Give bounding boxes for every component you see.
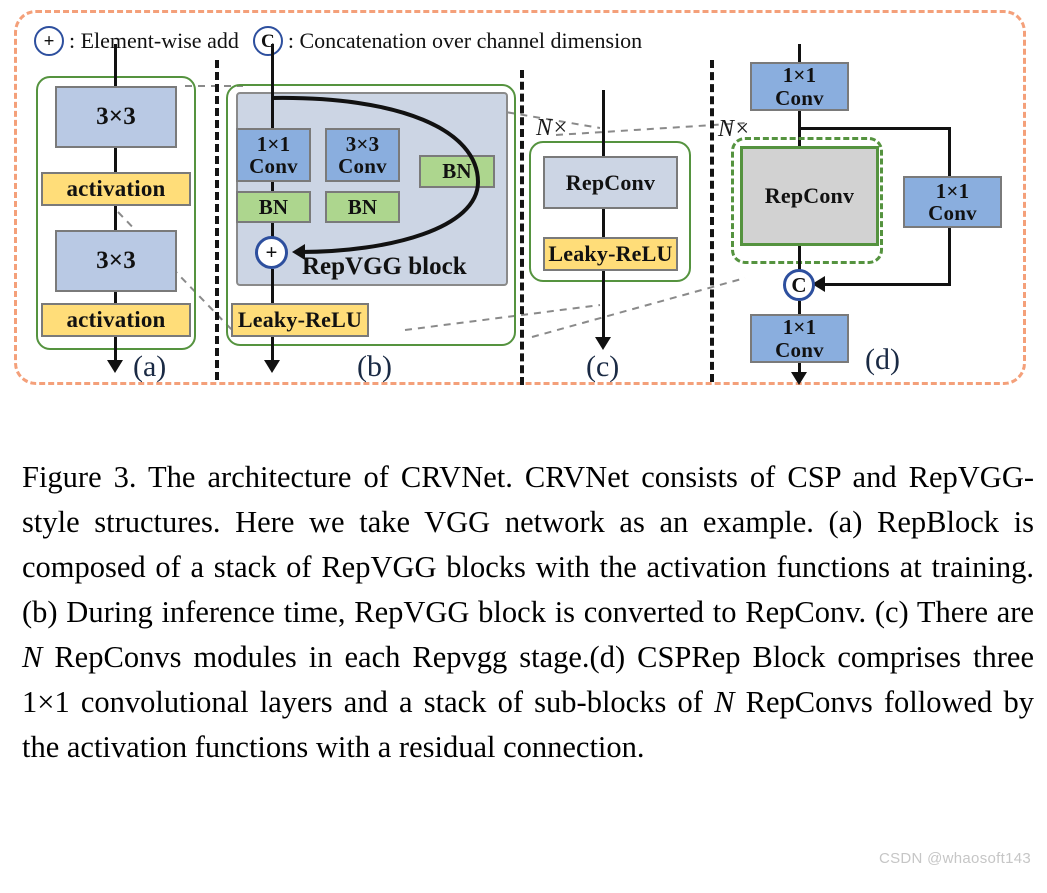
panel-a-line-1 — [114, 148, 117, 172]
caption-italic-n-2: N — [714, 685, 735, 719]
panel-d-output-arrow — [791, 372, 807, 385]
panel-b-conv-1x1-line2: Conv — [249, 154, 298, 178]
panel-d-conv-top-line1: 1×1 — [782, 63, 817, 88]
panel-d-repconv: RepConv — [740, 146, 879, 246]
panel-c-repeat-label: N× — [536, 115, 569, 141]
panel-c-repconv: RepConv — [543, 156, 678, 209]
panel-d-conv-1x1-right: 1×1 Conv — [903, 176, 1002, 228]
panel-d-conv-1x1-bottom: 1×1 Conv — [750, 314, 849, 363]
panel-d-repconv-to-concat — [798, 246, 801, 270]
panel-c-leaky-relu: Leaky-ReLU — [543, 237, 678, 271]
panel-b-bn-middle: BN — [325, 191, 400, 223]
panel-d-conv-1x1-top: 1×1 Conv — [750, 62, 849, 111]
panel-d-concat-to-conv — [798, 301, 801, 314]
panel-d-conv-bottom-line2: Conv — [775, 337, 824, 362]
figure-diagram: + : Element-wise add C : Concatenation o… — [0, 0, 1047, 405]
panel-b-repvgg-block-title: RepVGG block — [302, 253, 467, 280]
panel-d-branch-to-concat — [820, 283, 951, 286]
panel-d-conv-right-line1: 1×1 — [935, 178, 970, 203]
panel-a-conv-3x3-top: 3×3 — [55, 86, 177, 148]
legend: + : Element-wise add C : Concatenation o… — [34, 24, 656, 58]
separator-c-d — [710, 60, 714, 382]
panel-b-conv-3x3-line1: 3×3 — [345, 131, 380, 156]
panel-b-leaky-relu: Leaky-ReLU — [231, 303, 369, 337]
panel-a-input-line — [114, 44, 117, 86]
panel-b-conv-1x1-line1: 1×1 — [256, 131, 291, 156]
panel-a-conv-3x3-bottom: 3×3 — [55, 230, 177, 292]
panel-d-concat-node: C — [783, 269, 815, 301]
panel-d-conv-bottom-line1: 1×1 — [782, 315, 817, 340]
panel-d-branch-top-line — [798, 127, 951, 130]
panel-a-label: (a) — [133, 350, 167, 383]
separator-a-b — [215, 60, 219, 380]
panel-d-conv-right-line2: Conv — [928, 201, 977, 225]
panel-c-line-1 — [602, 209, 605, 237]
panel-b-bn-left: BN — [236, 191, 311, 223]
concatenation-icon: C — [252, 26, 283, 56]
legend-concat-label: : Concatenation over channel dimension — [287, 28, 643, 53]
panel-c-label: (c) — [586, 350, 620, 383]
panel-a-activation-bottom: activation — [41, 303, 191, 337]
legend-add-label: : Element-wise add — [69, 28, 239, 53]
panel-a-line-2 — [114, 206, 117, 230]
panel-b-conv-3x3: 3×3 Conv — [325, 128, 400, 182]
panel-b-bn-identity: BN — [419, 155, 495, 188]
panel-d-branch-right-bottom — [948, 228, 951, 285]
element-wise-add-icon: + — [34, 26, 64, 56]
panel-d-label: (d) — [865, 343, 900, 376]
caption-part-1: Figure 3. The architecture of CRVNet. CR… — [22, 460, 1034, 629]
csdn-watermark: CSDN @whaosoft143 — [878, 850, 1031, 867]
panel-b-input-line — [271, 44, 274, 134]
panel-d-conv-top-line2: Conv — [775, 85, 824, 110]
panel-a-output-arrow — [107, 360, 123, 373]
panel-d-input-line — [798, 44, 801, 62]
panel-b-conv-1x1: 1×1 Conv — [236, 128, 311, 182]
panel-b-add-to-relu — [271, 269, 274, 303]
caption-italic-n-1: N — [22, 640, 43, 674]
figure-caption: Figure 3. The architecture of CRVNet. CR… — [22, 455, 1034, 770]
panel-a-activation-top: activation — [41, 172, 191, 206]
panel-b-conv-3x3-line2: Conv — [338, 154, 387, 178]
panel-c-output-line — [602, 271, 605, 341]
panel-b-output-arrow — [264, 360, 280, 373]
panel-c-input-line — [602, 90, 605, 156]
panel-b-add-node: + — [255, 236, 288, 269]
separator-b-c — [520, 70, 524, 385]
panel-b-label: (b) — [357, 350, 392, 383]
panel-c-output-arrow — [595, 337, 611, 350]
panel-b-conv1x1-to-bn — [271, 182, 274, 191]
